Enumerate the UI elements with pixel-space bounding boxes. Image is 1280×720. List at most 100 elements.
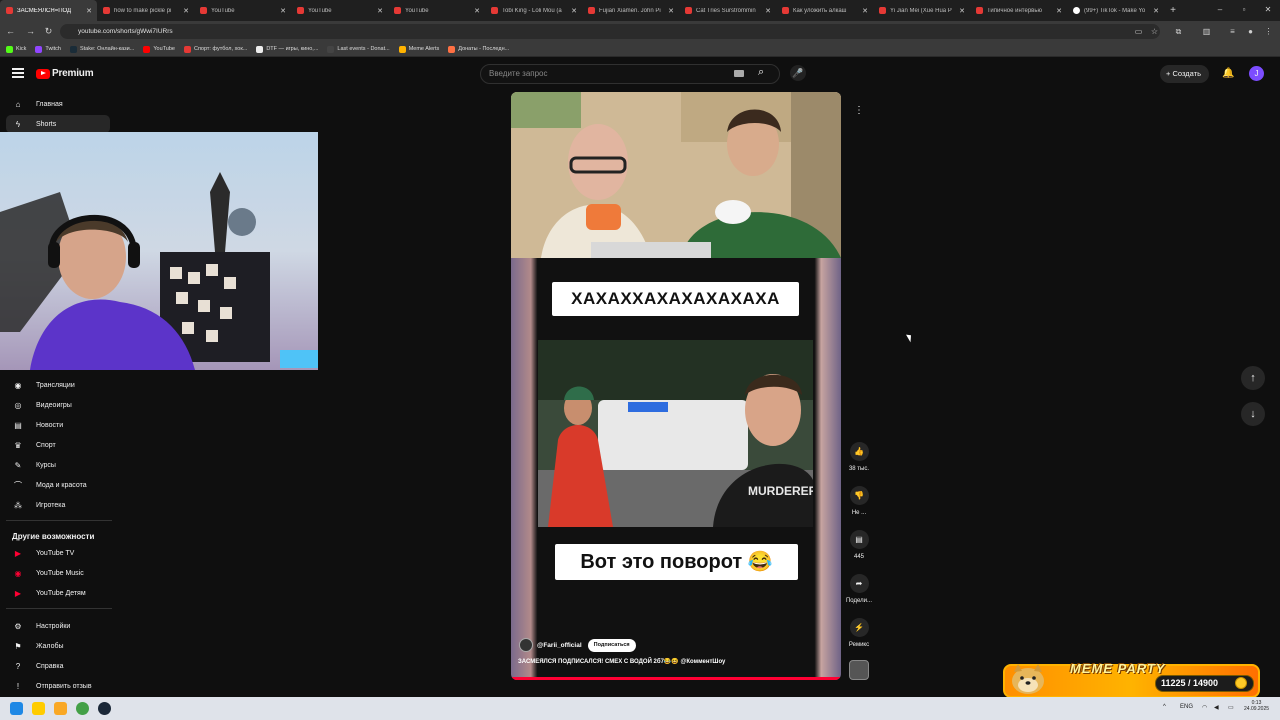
channel-name[interactable]: @Farii_official [537,642,582,649]
bookmark-item[interactable]: YouTube [143,45,175,53]
profile-icon[interactable]: ● [1244,25,1257,38]
menu-dots-icon[interactable]: ⋮ [1262,25,1275,38]
sidebar-item[interactable]: ⚙ Настройки [6,617,110,635]
wifi-icon[interactable]: ◠ [1202,704,1207,711]
browser-tab[interactable]: Как уложить алкаш ✕ [776,0,873,21]
browser-tab[interactable]: YouTube ✕ [291,0,388,21]
browser-tab[interactable]: Fujian Xiamen. John Pi ✕ [582,0,679,21]
tab-close-icon[interactable]: ✕ [182,7,190,15]
bookmark-item[interactable]: Kick [6,45,26,53]
browser-tab[interactable]: Tobi King - Loli Mou (a ✕ [485,0,582,21]
media-icon[interactable]: ≡ [1226,25,1239,38]
reload-icon[interactable]: ↻ [42,25,55,38]
comments-button[interactable]: ▤ 445 [838,530,880,560]
bookmark-item[interactable]: DTF — игры, кино,... [256,45,318,53]
yandex-icon[interactable] [32,702,45,715]
sidebar-item[interactable]: ⌒ Мода и красота [6,476,110,494]
bookmark-item[interactable]: Last events - Donat... [327,45,390,53]
tab-close-icon[interactable]: ✕ [1152,7,1160,15]
bookmark-item[interactable]: Донаты - Последн... [448,45,509,53]
back-icon[interactable]: ← [4,25,17,38]
browser-tab[interactable]: Yi Jian Mei (Xue Hua P ✕ [873,0,970,21]
tab-close-icon[interactable]: ✕ [376,7,384,15]
tab-close-icon[interactable]: ✕ [667,7,675,15]
tab-close-icon[interactable]: ✕ [473,7,481,15]
keyboard-icon[interactable] [734,70,744,77]
language-indicator[interactable]: ENG [1180,704,1193,710]
tab-close-icon[interactable]: ✕ [861,7,869,15]
close-window-icon[interactable]: ✕ [1256,0,1280,21]
sidebar-item[interactable]: ⚑ Жалобы [6,637,110,655]
sidepanel-icon[interactable]: ▥ [1200,25,1213,38]
webcam-scene [0,132,318,370]
remix-button[interactable]: ⚡ Ремикс [838,618,880,648]
like-button[interactable]: 👍 38 тыс. [838,442,880,472]
chrome-icon[interactable] [76,702,89,715]
browser-tab[interactable]: Cat Tries Surströmmin ✕ [679,0,776,21]
sidebar-item[interactable]: ◉ Трансляции [6,376,110,394]
browser-tab[interactable]: how to make pickle pi ✕ [97,0,194,21]
bookmark-item[interactable]: Meme Alerts [398,45,439,53]
youtube-premium-logo[interactable]: Premium [36,68,94,79]
dislike-button[interactable]: 👎 Не ... [838,486,880,516]
sidebar-item[interactable]: ⌂ Главная [6,95,110,113]
hamburger-menu-icon[interactable] [12,68,24,80]
sidebar-item[interactable]: ϟ Shorts [6,115,110,133]
browser-tab[interactable]: YouTube ✕ [388,0,485,21]
video-progress-bar[interactable] [511,677,841,680]
battery-icon[interactable]: ▭ [1228,704,1234,711]
browser-tab[interactable]: Типичное интервью ✕ [970,0,1067,21]
sidebar-item[interactable]: ! Отправить отзыв [6,677,110,695]
url-field[interactable]: youtube.com/shorts/gWwi7IURrs [60,24,1160,39]
sidebar-item[interactable]: ▤ Новости [6,416,110,434]
tab-close-icon[interactable]: ✕ [570,7,578,15]
previous-short-arrow-icon[interactable]: ↑ [1241,366,1265,390]
sidebar-item[interactable]: ◎ Видеоигры [6,396,110,414]
browser-tab[interactable]: YouTube ✕ [194,0,291,21]
new-tab-icon[interactable]: + [1164,5,1182,16]
forward-icon[interactable]: → [24,25,37,38]
tab-close-icon[interactable]: ✕ [764,7,772,15]
search-icon[interactable]: ⌕ [758,66,772,80]
volume-icon[interactable]: ◀ [1214,704,1219,711]
sidebar-item[interactable]: ▶ YouTube TV [6,544,110,562]
create-button[interactable]: + Создать [1160,65,1209,83]
bookmark-star-icon[interactable]: ☆ [1148,25,1161,38]
steam-icon[interactable] [98,702,111,715]
next-short-arrow-icon[interactable]: ↓ [1241,402,1265,426]
sidebar-item[interactable]: ✎ Курсы [6,456,110,474]
tab-close-icon[interactable]: ✕ [1055,7,1063,15]
tab-close-icon[interactable]: ✕ [958,7,966,15]
short-video-player[interactable]: ХАХАХХАХАХАХАХАХА MURDERER Вот это повор… [511,92,841,680]
bookmark-item[interactable]: Twitch [35,45,61,53]
notifications-bell-icon[interactable]: 🔔 [1222,68,1234,79]
clock[interactable]: 0:13 24.09.2025 [1244,700,1269,712]
bookmark-item[interactable]: Спорт: футбол, хок... [183,45,247,53]
sidebar-item[interactable]: ◉ YouTube Music [6,564,110,582]
channel-avatar[interactable] [519,638,533,652]
minimize-icon[interactable]: – [1208,0,1232,21]
browser-tab[interactable]: ЗАСМЕЯЛСЯ=ПОД ✕ [0,0,97,21]
sidebar-item[interactable]: ⁂ Игротека [6,496,110,514]
youtube-favicon-icon [6,7,13,14]
more-options-icon[interactable]: ⋮ [850,102,868,120]
sound-thumbnail[interactable] [849,660,869,680]
sidebar-item[interactable]: ▶ YouTube Детям [6,584,110,602]
extensions-icon[interactable]: ⧉ [1172,25,1185,38]
windows-start-icon[interactable] [10,702,23,715]
microphone-icon[interactable]: 🎤 [790,65,806,81]
tray-chevron-icon[interactable]: ^ [1163,704,1166,710]
share-button[interactable]: ➦ Подели... [838,574,880,604]
file-explorer-icon[interactable] [54,702,67,715]
help-icon: ? [15,661,21,671]
sidebar-item[interactable]: ♛ Спорт [6,436,110,454]
sidebar-item[interactable]: ? Справка [6,657,110,675]
subscribe-button[interactable]: Подписаться [587,638,636,652]
tab-close-icon[interactable]: ✕ [279,7,287,15]
avatar[interactable]: J [1249,66,1264,81]
browser-tab[interactable]: (99+) TikTok - Make Yo ✕ [1067,0,1164,21]
cast-icon[interactable]: ▭ [1132,25,1145,38]
tab-close-icon[interactable]: ✕ [85,7,93,15]
bookmark-item[interactable]: Stake: Онлайн-кази... [69,45,134,53]
maximize-icon[interactable]: ▫ [1232,0,1256,21]
